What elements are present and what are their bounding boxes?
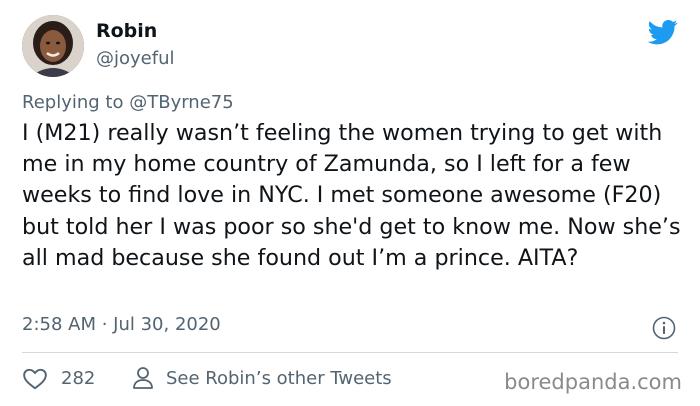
person-icon (133, 367, 153, 389)
avatar[interactable] (22, 15, 84, 77)
user-avatar-photo (22, 15, 84, 77)
replying-prefix: Replying to (22, 92, 124, 113)
see-other-tweets-link[interactable]: See Robin’s other Tweets (166, 368, 392, 389)
tweet-timestamp[interactable]: 2:58 AM · Jul 30, 2020 (22, 314, 221, 335)
heart-icon[interactable] (22, 366, 48, 392)
watermark: boredpanda.com (504, 370, 682, 394)
tweet-text: I (M21) really wasn’t feeling the women … (22, 120, 681, 271)
replying-to: Replying to @TByrne75 (22, 92, 234, 113)
like-count: 282 (61, 368, 96, 389)
divider (22, 352, 678, 353)
reply-mention-link[interactable]: @TByrne75 (129, 92, 233, 113)
user-handle[interactable]: @joyeful (96, 48, 175, 69)
display-name[interactable]: Robin (96, 20, 157, 42)
info-icon[interactable] (652, 316, 676, 340)
twitter-bird-icon[interactable] (648, 17, 678, 47)
